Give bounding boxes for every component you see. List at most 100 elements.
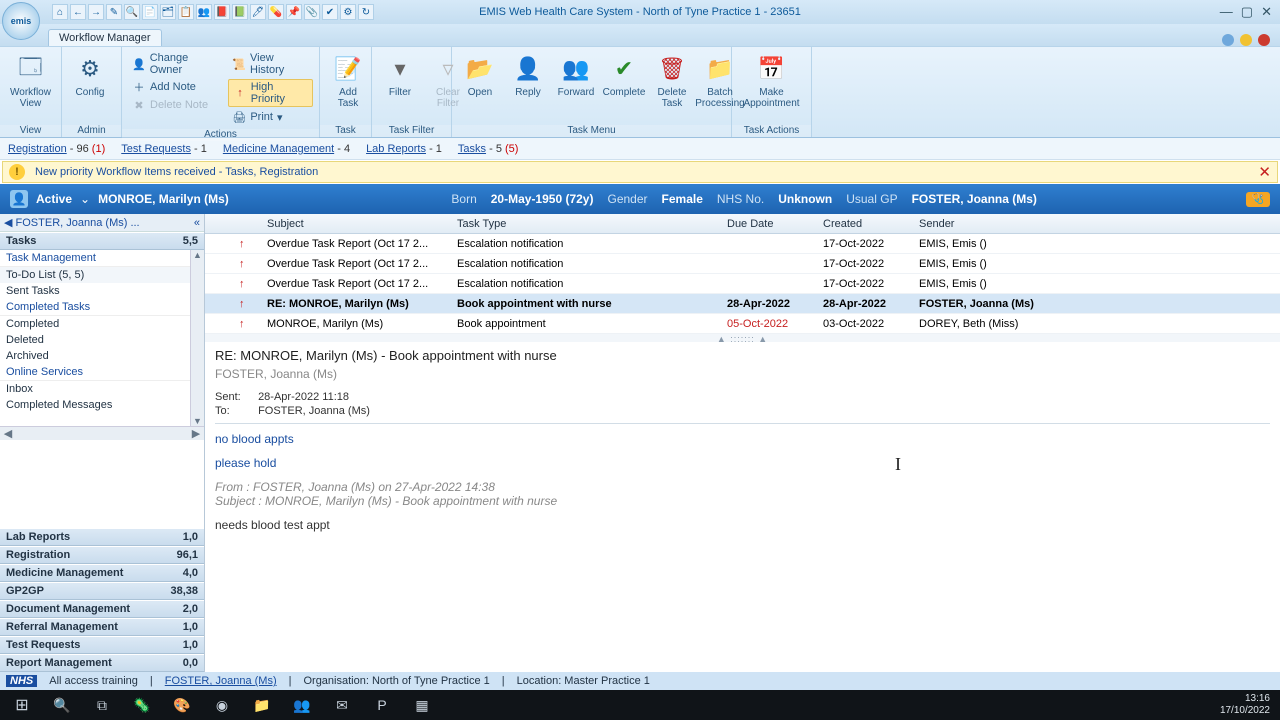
forward-button[interactable]: 👥Forward bbox=[554, 51, 598, 100]
table-row[interactable]: ↑Overdue Task Report (Oct 17 2...Escalat… bbox=[205, 274, 1280, 294]
qat-btn[interactable]: ✔ bbox=[322, 4, 338, 20]
close-icon[interactable]: ✕ bbox=[1261, 4, 1272, 20]
filter-button[interactable]: ▾Filter bbox=[378, 51, 422, 100]
indicator-icon bbox=[1222, 34, 1234, 46]
delete-note-button[interactable]: ✖Delete Note bbox=[128, 97, 224, 113]
col-task-type[interactable]: Task Type bbox=[451, 218, 721, 230]
ribbon-group-label: Task Menu bbox=[452, 125, 731, 137]
workflow-view-button[interactable]: 🗔Workflow View bbox=[6, 51, 55, 111]
nhs-label: NHS No. bbox=[717, 192, 764, 206]
sidebar-crumb[interactable]: ◀ FOSTER, Joanna (Ms) ... « bbox=[0, 214, 204, 232]
qat-fwd-icon[interactable]: → bbox=[88, 4, 104, 20]
qat-btn[interactable]: 📋 bbox=[178, 4, 194, 20]
collapse-icon[interactable]: ◀ bbox=[4, 216, 12, 229]
taskbar-outlook[interactable]: ✉ bbox=[322, 690, 362, 720]
qat-btn[interactable]: 👥 bbox=[196, 4, 212, 20]
task-view-icon[interactable]: ⧉ bbox=[82, 690, 122, 720]
minimize-icon[interactable]: — bbox=[1220, 4, 1233, 20]
high-priority-button[interactable]: ↑High Priority bbox=[228, 79, 313, 107]
scroll-left-icon[interactable]: ◀ bbox=[0, 427, 16, 440]
sidebar-stack-registration[interactable]: Registration96,1 bbox=[0, 546, 204, 564]
filter-medicine-management[interactable]: Medicine Management bbox=[223, 143, 334, 155]
table-row[interactable]: ↑Overdue Task Report (Oct 17 2...Escalat… bbox=[205, 254, 1280, 274]
taskbar-teams[interactable]: 👥 bbox=[282, 690, 322, 720]
sidebar-item-inbox[interactable]: Inbox bbox=[0, 381, 204, 397]
sidebar-item-sent[interactable]: Sent Tasks bbox=[0, 283, 204, 299]
add-note-button[interactable]: ＋Add Note bbox=[128, 79, 224, 95]
qat-btn[interactable]: 📗 bbox=[232, 4, 248, 20]
alert-bar: ! New priority Workflow Items received -… bbox=[2, 161, 1278, 183]
qat-btn[interactable]: 🔍 bbox=[124, 4, 140, 20]
qat-btn[interactable]: 📕 bbox=[214, 4, 230, 20]
tab-workflow-manager[interactable]: Workflow Manager bbox=[48, 29, 162, 46]
sidebar-stack-gp2gp[interactable]: GP2GP38,38 bbox=[0, 582, 204, 600]
sidebar-group-online-services[interactable]: Online Services bbox=[0, 364, 204, 381]
make-appointment-button[interactable]: 📅Make Appointment bbox=[738, 51, 805, 111]
col-subject[interactable]: Subject bbox=[261, 218, 451, 230]
qat-btn[interactable]: 📎 bbox=[304, 4, 320, 20]
qat-btn[interactable]: 💊 bbox=[268, 4, 284, 20]
taskbar-explorer[interactable]: 📁 bbox=[242, 690, 282, 720]
qat-back-icon[interactable]: ← bbox=[70, 4, 86, 20]
sidebar-item-archived[interactable]: Archived bbox=[0, 348, 204, 364]
search-icon[interactable]: 🔍 bbox=[42, 690, 82, 720]
reply-button[interactable]: 👤Reply bbox=[506, 51, 550, 100]
config-button[interactable]: ⚙Config bbox=[68, 51, 112, 100]
sidebar-item-todo[interactable]: To-Do List (5, 5) bbox=[0, 267, 204, 283]
complete-button[interactable]: ✔Complete bbox=[602, 51, 646, 100]
sidebar-group-task-management[interactable]: Task Management bbox=[0, 250, 204, 267]
open-button[interactable]: 📂Open bbox=[458, 51, 502, 100]
col-created[interactable]: Created bbox=[817, 218, 913, 230]
table-row[interactable]: ↑RE: MONROE, Marilyn (Ms)Book appointmen… bbox=[205, 294, 1280, 314]
sidebar-stack-report[interactable]: Report Management0,0 bbox=[0, 654, 204, 672]
sidebar-item-completed[interactable]: Completed bbox=[0, 316, 204, 332]
qat-btn[interactable]: 🗂 bbox=[160, 4, 176, 20]
qat-btn[interactable]: ↻ bbox=[358, 4, 374, 20]
table-row[interactable]: ↑Overdue Task Report (Oct 17 2...Escalat… bbox=[205, 234, 1280, 254]
filter-tasks[interactable]: Tasks bbox=[458, 143, 486, 155]
sidebar-stack-lab[interactable]: Lab Reports1,0 bbox=[0, 528, 204, 546]
sidebar-stack-test-requests[interactable]: Test Requests1,0 bbox=[0, 636, 204, 654]
qat-btn[interactable]: ✎ bbox=[106, 4, 122, 20]
taskbar-powerpoint[interactable]: P bbox=[362, 690, 402, 720]
start-button[interactable]: ⊞ bbox=[2, 690, 42, 720]
sidebar-stack-referral[interactable]: Referral Management1,0 bbox=[0, 618, 204, 636]
table-row[interactable]: ↑MONROE, Marilyn (Ms)Book appointment05-… bbox=[205, 314, 1280, 334]
sidebar-stack-document[interactable]: Document Management2,0 bbox=[0, 600, 204, 618]
alert-close-icon[interactable]: ✕ bbox=[1258, 163, 1271, 181]
delete-task-button[interactable]: 🗑Delete Task bbox=[650, 51, 694, 111]
chevron-down-icon[interactable]: ⌄ bbox=[80, 192, 90, 206]
sidebar-stack-medicine[interactable]: Medicine Management4,0 bbox=[0, 564, 204, 582]
filter-test-requests[interactable]: Test Requests bbox=[121, 143, 191, 155]
sidebar-item-deleted[interactable]: Deleted bbox=[0, 332, 204, 348]
sidebar-item-completed-msgs[interactable]: Completed Messages bbox=[0, 397, 204, 413]
qat-btn[interactable]: 📌 bbox=[286, 4, 302, 20]
print-button[interactable]: 🖨Print ▾ bbox=[228, 109, 313, 125]
nhs-badge: NHS bbox=[6, 675, 37, 687]
qat-btn[interactable]: 📄 bbox=[142, 4, 158, 20]
add-task-button[interactable]: 📝Add Task bbox=[326, 51, 370, 111]
app-logo[interactable]: emis bbox=[2, 2, 40, 40]
qat-home-icon[interactable]: ⌂ bbox=[52, 4, 68, 20]
sidebar-tasks-header[interactable]: Tasks5,5 bbox=[0, 232, 204, 250]
col-sender[interactable]: Sender bbox=[913, 218, 1256, 230]
maximize-icon[interactable]: ▢ bbox=[1241, 4, 1253, 20]
taskbar-chrome[interactable]: ◉ bbox=[202, 690, 242, 720]
taskbar-app[interactable]: 🎨 bbox=[162, 690, 202, 720]
taskbar-app[interactable]: ▦ bbox=[402, 690, 442, 720]
change-owner-button[interactable]: 👤Change Owner bbox=[128, 51, 224, 77]
collapse-all-icon[interactable]: « bbox=[194, 217, 200, 229]
scroll-right-icon[interactable]: ▶ bbox=[188, 427, 204, 440]
patient-badge-icon[interactable]: 🩺 bbox=[1246, 192, 1270, 207]
qat-btn[interactable]: ⚙ bbox=[340, 4, 356, 20]
scrollbar[interactable]: ▲▼ bbox=[190, 250, 204, 426]
status-user[interactable]: FOSTER, Joanna (Ms) bbox=[165, 675, 277, 687]
view-history-button[interactable]: 📜View History bbox=[228, 51, 313, 77]
filter-registration[interactable]: Registration bbox=[8, 143, 67, 155]
taskbar-app[interactable]: 🦠 bbox=[122, 690, 162, 720]
col-due-date[interactable]: Due Date bbox=[721, 218, 817, 230]
splitter-handle[interactable]: ▲ ::::::: ▲ bbox=[205, 334, 1280, 342]
system-clock[interactable]: 13:1617/10/2022 bbox=[1220, 693, 1278, 717]
filter-lab-reports[interactable]: Lab Reports bbox=[366, 143, 426, 155]
qat-btn[interactable]: 🖊 bbox=[250, 4, 266, 20]
